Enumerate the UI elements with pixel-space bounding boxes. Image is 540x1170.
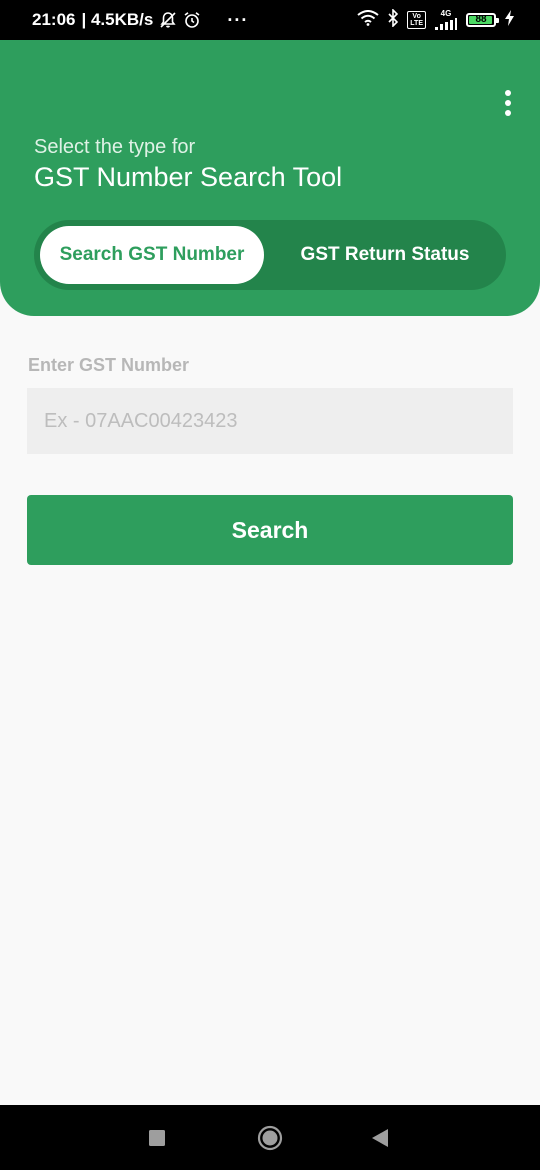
header-subtitle: Select the type for — [34, 136, 196, 158]
recents-square-icon[interactable] — [127, 1105, 187, 1170]
gst-number-label: Enter GST Number — [28, 355, 190, 375]
tab-search-gst-number[interactable]: Search GST Number — [40, 226, 264, 284]
page-title: GST Number Search Tool — [34, 162, 343, 192]
network-type: 4G — [440, 9, 452, 18]
battery-percent: 88 — [475, 14, 487, 25]
header-panel: Select the type for GST Number Search To… — [0, 40, 540, 316]
tab-gst-return-status[interactable]: GST Return Status — [270, 226, 500, 284]
status-time: 21:06 — [32, 10, 76, 29]
more-notifications-icon: ··· — [227, 9, 249, 30]
back-triangle-icon[interactable] — [350, 1105, 410, 1170]
volte-icon: Vo LTE — [407, 11, 426, 29]
system-navigation-bar — [0, 1105, 540, 1170]
wifi-icon — [357, 9, 379, 31]
kebab-dot — [505, 110, 511, 116]
status-bar-left: 21:06 | 4.5KB/s ··· — [32, 0, 248, 40]
battery-icon: 88 — [466, 13, 499, 27]
more-vertical-icon[interactable] — [498, 90, 518, 116]
status-bar-right: Vo LTE 4G 88 — [357, 0, 514, 40]
home-circle-icon[interactable] — [240, 1105, 300, 1170]
search-type-toggle: Search GST Number GST Return Status — [34, 220, 506, 290]
gst-number-input[interactable] — [27, 388, 513, 454]
search-button[interactable]: Search — [27, 495, 513, 565]
kebab-dot — [505, 90, 511, 96]
bluetooth-icon — [388, 7, 399, 32]
status-bar: 21:06 | 4.5KB/s ··· Vo LTE 4G 88 — [0, 0, 540, 40]
charging-icon — [505, 9, 514, 31]
status-network-speed: | 4.5KB/s — [81, 10, 154, 29]
alarm-clock-icon — [183, 11, 201, 29]
mute-bell-icon — [159, 11, 177, 29]
kebab-dot — [505, 100, 511, 106]
signal-icon: 4G — [435, 10, 457, 30]
